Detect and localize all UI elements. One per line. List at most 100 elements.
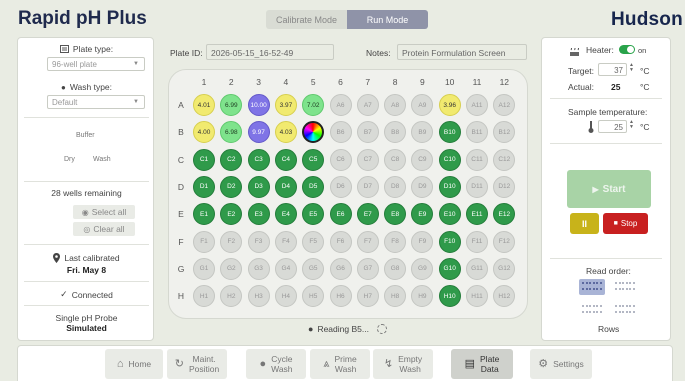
well[interactable]: C12: [493, 148, 516, 171]
row-label[interactable]: E: [176, 209, 186, 219]
plate-type-select[interactable]: 96-well plate ▼: [47, 57, 145, 71]
read-order-serpentine-icon[interactable]: [579, 302, 605, 318]
well[interactable]: F11: [466, 230, 488, 253]
well[interactable]: G5: [302, 257, 325, 280]
well[interactable]: H10: [438, 285, 461, 308]
well[interactable]: C11: [466, 148, 488, 171]
well[interactable]: D8: [384, 175, 407, 198]
column-label[interactable]: 6: [331, 77, 351, 87]
well[interactable]: D5: [302, 175, 325, 198]
nav-home-button[interactable]: ⌂ Home: [105, 349, 163, 379]
row-label[interactable]: A: [176, 100, 186, 110]
plate-id-input[interactable]: 2026-05-15_16-52-49: [206, 44, 334, 60]
column-label[interactable]: 5: [303, 77, 323, 87]
well[interactable]: A11: [466, 94, 488, 116]
well[interactable]: D4: [274, 175, 297, 198]
row-label[interactable]: D: [176, 182, 186, 192]
well[interactable]: H1: [193, 285, 215, 308]
nav-plate-data-button[interactable]: ▤ Plate Data: [451, 349, 513, 379]
nav-cycle-wash-button[interactable]: ● Cycle Wash: [246, 349, 306, 379]
well[interactable]: A8: [384, 94, 407, 116]
well[interactable]: E3: [247, 203, 270, 226]
row-label[interactable]: H: [176, 291, 186, 301]
well[interactable]: H6: [329, 285, 352, 308]
well[interactable]: F10: [438, 230, 461, 253]
well[interactable]: C7: [356, 148, 379, 171]
sample-temperature-input[interactable]: 25: [598, 120, 627, 133]
well[interactable]: C4: [274, 148, 297, 171]
well[interactable]: H11: [466, 285, 488, 308]
well[interactable]: G11: [466, 257, 488, 280]
notes-input[interactable]: Protein Formulation Screen: [397, 44, 527, 60]
well[interactable]: F6: [329, 230, 352, 253]
well[interactable]: C2: [220, 148, 243, 171]
well[interactable]: G6: [329, 257, 352, 280]
well[interactable]: B6: [329, 121, 352, 144]
well[interactable]: F4: [274, 230, 297, 253]
well[interactable]: G4: [274, 257, 297, 280]
column-label[interactable]: 12: [494, 77, 514, 87]
well[interactable]: G10: [438, 257, 461, 280]
row-label[interactable]: C: [176, 155, 186, 165]
nav-maint-position-button[interactable]: ↻ Maint. Position: [167, 349, 227, 379]
well[interactable]: D6: [329, 175, 352, 198]
pause-button[interactable]: II: [570, 213, 599, 234]
well[interactable]: F2: [220, 230, 243, 253]
start-button[interactable]: ▶ Start: [567, 170, 651, 208]
column-label[interactable]: 8: [385, 77, 405, 87]
clear-all-button[interactable]: ◎ Clear all: [73, 222, 135, 236]
well[interactable]: D7: [356, 175, 379, 198]
well[interactable]: F9: [411, 230, 434, 253]
read-order-block-icon[interactable]: [612, 302, 638, 318]
stop-button[interactable]: ■ Stop: [603, 213, 648, 234]
row-label[interactable]: B: [176, 127, 186, 137]
stepper-icon[interactable]: ▲ ▼: [629, 120, 634, 130]
column-label[interactable]: 9: [412, 77, 432, 87]
heater-toggle[interactable]: [619, 45, 635, 54]
row-label[interactable]: G: [176, 264, 186, 274]
column-label[interactable]: 3: [249, 77, 269, 87]
well[interactable]: E4: [274, 203, 297, 226]
target-temperature-input[interactable]: 37: [598, 63, 627, 76]
well[interactable]: G1: [193, 257, 215, 280]
well[interactable]: 10.00: [247, 94, 270, 116]
run-mode-button[interactable]: Run Mode: [347, 10, 428, 29]
read-order-rows-icon[interactable]: [579, 279, 605, 295]
well[interactable]: F1: [193, 230, 215, 253]
well[interactable]: G2: [220, 257, 243, 280]
well[interactable]: F3: [247, 230, 270, 253]
well[interactable]: G12: [493, 257, 516, 280]
column-label[interactable]: 10: [440, 77, 460, 87]
well[interactable]: 4.01: [193, 94, 215, 116]
well[interactable]: C5: [302, 148, 325, 171]
well[interactable]: C6: [329, 148, 352, 171]
well[interactable]: C9: [411, 148, 434, 171]
column-label[interactable]: 11: [467, 77, 487, 87]
well[interactable]: G7: [356, 257, 379, 280]
well[interactable]: D3: [247, 175, 270, 198]
well[interactable]: F12: [493, 230, 516, 253]
well[interactable]: A7: [356, 94, 379, 116]
select-all-button[interactable]: ◉ Select all: [73, 205, 135, 219]
well[interactable]: D1: [193, 175, 215, 198]
well[interactable]: A6: [329, 94, 352, 116]
well[interactable]: H7: [356, 285, 379, 308]
well[interactable]: D11: [466, 175, 488, 198]
well[interactable]: H3: [247, 285, 270, 308]
well[interactable]: C10: [438, 148, 461, 171]
column-label[interactable]: 2: [221, 77, 241, 87]
well[interactable]: F5: [302, 230, 325, 253]
well[interactable]: F8: [384, 230, 407, 253]
well[interactable]: 9.97: [247, 121, 270, 144]
well[interactable]: 3.96: [438, 94, 461, 116]
row-label[interactable]: F: [176, 237, 186, 247]
read-order-columns-icon[interactable]: [612, 279, 638, 295]
nav-prime-wash-button[interactable]: ⩓ Prime Wash: [310, 349, 370, 379]
well[interactable]: B7: [356, 121, 379, 144]
well[interactable]: C1: [193, 148, 215, 171]
well[interactable]: E10: [438, 203, 461, 226]
wash-type-select[interactable]: Default ▼: [47, 95, 145, 109]
well[interactable]: E7: [356, 203, 379, 226]
well[interactable]: H4: [274, 285, 297, 308]
well[interactable]: C8: [384, 148, 407, 171]
